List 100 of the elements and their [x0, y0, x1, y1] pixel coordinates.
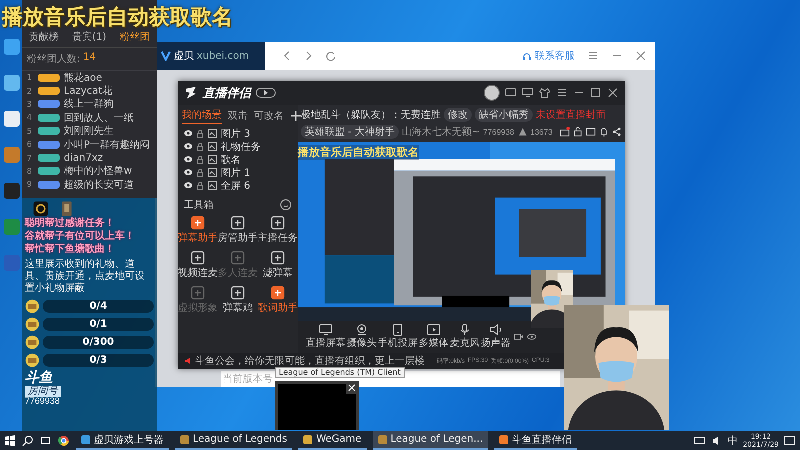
- record-icon[interactable]: [514, 332, 524, 342]
- toolbar-button[interactable]: 摄像头: [347, 324, 377, 350]
- fan-tab[interactable]: 粉丝团: [120, 30, 150, 44]
- fan-name: 熊花aoe: [64, 72, 102, 85]
- app-icon[interactable]: [3, 110, 21, 128]
- notification-icon[interactable]: [784, 434, 796, 446]
- box-icon[interactable]: [586, 127, 596, 137]
- eye-icon[interactable]: [184, 143, 193, 150]
- search-icon[interactable]: [22, 434, 34, 446]
- tool-icon: [231, 251, 245, 265]
- toolbar-button[interactable]: 手机投屏: [378, 324, 418, 350]
- lock-icon[interactable]: [197, 182, 204, 190]
- scene-name[interactable]: 图片 1: [221, 166, 251, 180]
- category-field[interactable]: 缺省小幅秀: [475, 108, 533, 122]
- site-domain: xubei.com: [197, 50, 250, 62]
- bell-icon[interactable]: [599, 127, 609, 137]
- lock-icon[interactable]: [197, 142, 204, 150]
- app-icon: [180, 434, 190, 444]
- control-icon[interactable]: [355, 324, 369, 336]
- reload-icon[interactable]: [325, 50, 337, 62]
- monitor-icon[interactable]: [522, 87, 534, 99]
- fan-tab[interactable]: 贡献榜: [28, 30, 59, 44]
- tool-button[interactable]: 歌词助手: [258, 284, 298, 317]
- eye-icon[interactable]: [184, 182, 193, 189]
- scene-name[interactable]: 歌名: [221, 152, 241, 166]
- toolbar-button[interactable]: 直播屏幕: [306, 324, 346, 350]
- scene-tab[interactable]: 可改名: [254, 108, 284, 124]
- network-icon[interactable]: [694, 434, 706, 446]
- add-icon[interactable]: [290, 110, 302, 122]
- taskbar-app[interactable]: League of Legen...: [372, 431, 488, 450]
- chat-icon[interactable]: [505, 87, 517, 99]
- notice-text: 谷就帮子有位可以上车！: [25, 231, 136, 243]
- eye-icon[interactable]: [184, 156, 193, 163]
- toolbar-button[interactable]: 扬声器: [481, 324, 511, 350]
- menu-icon[interactable]: [587, 50, 599, 62]
- member-count: 14: [83, 52, 96, 65]
- edit-button[interactable]: 修改: [444, 108, 472, 122]
- scene-tab[interactable]: 双击: [228, 108, 248, 124]
- support-link[interactable]: 联系客服: [535, 49, 575, 63]
- input-method[interactable]: 中: [728, 434, 738, 448]
- control-icon[interactable]: [489, 324, 503, 336]
- app-icon[interactable]: [33, 201, 49, 217]
- taskbar-app[interactable]: League of Legends: [175, 431, 292, 450]
- close-button[interactable]: [346, 382, 358, 394]
- control-icon[interactable]: [391, 324, 405, 336]
- lock-icon[interactable]: [197, 130, 204, 138]
- stream-title: 极地乱斗（躲队友）：无费连胜: [301, 108, 441, 122]
- lock-icon[interactable]: [197, 168, 204, 176]
- toolbar-button[interactable]: 麦克风: [450, 324, 480, 350]
- lock-icon[interactable]: [197, 156, 204, 164]
- control-icon[interactable]: [319, 324, 333, 336]
- rank-number: 2: [27, 86, 34, 96]
- tool-button[interactable]: 弹幕助手: [178, 214, 218, 247]
- fan-name: 线上一群狗: [64, 98, 114, 112]
- tool-button[interactable]: 滤弹幕: [258, 249, 298, 282]
- eye-icon[interactable]: [527, 332, 537, 342]
- logo-text: 斗鱼: [25, 371, 53, 386]
- scene-tab[interactable]: 我的场景: [182, 108, 222, 124]
- tool-button[interactable]: 房管助手: [218, 214, 258, 247]
- tool-button[interactable]: 主播任务: [258, 214, 298, 247]
- avatar[interactable]: [484, 85, 500, 101]
- close-icon[interactable]: [635, 50, 647, 62]
- rank-number: 6: [27, 140, 34, 150]
- tool-icon: [231, 286, 245, 300]
- play-icon: [263, 90, 269, 96]
- scene-name[interactable]: 全屏 6: [221, 178, 251, 192]
- gift-icon: [25, 353, 40, 368]
- gift-icon[interactable]: [560, 127, 570, 137]
- scene-name[interactable]: 礼物任务: [221, 140, 261, 154]
- browser-icon[interactable]: [58, 434, 70, 446]
- menu-icon[interactable]: [556, 87, 568, 99]
- fan-name: 回到故人、一纸: [64, 112, 134, 125]
- fan-tab[interactable]: 贵宾(1): [72, 30, 107, 44]
- game-field[interactable]: 英雄联盟 - 大神射手: [301, 125, 399, 139]
- share-icon[interactable]: [612, 127, 622, 137]
- level-badge[interactable]: [256, 88, 276, 98]
- smiley-icon[interactable]: [280, 199, 292, 211]
- tool-icon: [271, 216, 285, 230]
- lock-icon[interactable]: [573, 127, 583, 137]
- control-icon[interactable]: [427, 324, 441, 336]
- taskbar-app[interactable]: WeGame: [298, 431, 367, 450]
- maximize-icon[interactable]: [590, 87, 602, 99]
- taskbar-app[interactable]: 斗鱼直播伴侣: [494, 431, 578, 450]
- close-icon[interactable]: [607, 87, 619, 99]
- tool-button[interactable]: 视频连麦: [178, 249, 218, 282]
- image-icon: [208, 142, 217, 151]
- tool-button[interactable]: 弹幕鸡: [218, 284, 258, 317]
- scene-name[interactable]: 图片 3: [221, 126, 251, 140]
- toolbox-title: 工具箱: [184, 199, 214, 212]
- announcement-text: 斗鱼公会，给你无限可能，直播有组织，更上一层楼: [195, 354, 425, 368]
- control-icon[interactable]: [458, 324, 472, 336]
- windows-icon[interactable]: [4, 434, 16, 446]
- shirt-icon[interactable]: [539, 87, 551, 99]
- task-view-icon[interactable]: [40, 434, 52, 446]
- toolbar-button[interactable]: 多媒体: [419, 324, 449, 350]
- image-icon: [208, 168, 217, 177]
- eye-icon[interactable]: [184, 130, 193, 137]
- rank-number: 5: [27, 126, 34, 136]
- taskbar-app[interactable]: 虚贝游戏上号器: [76, 431, 169, 450]
- eye-icon[interactable]: [184, 169, 193, 176]
